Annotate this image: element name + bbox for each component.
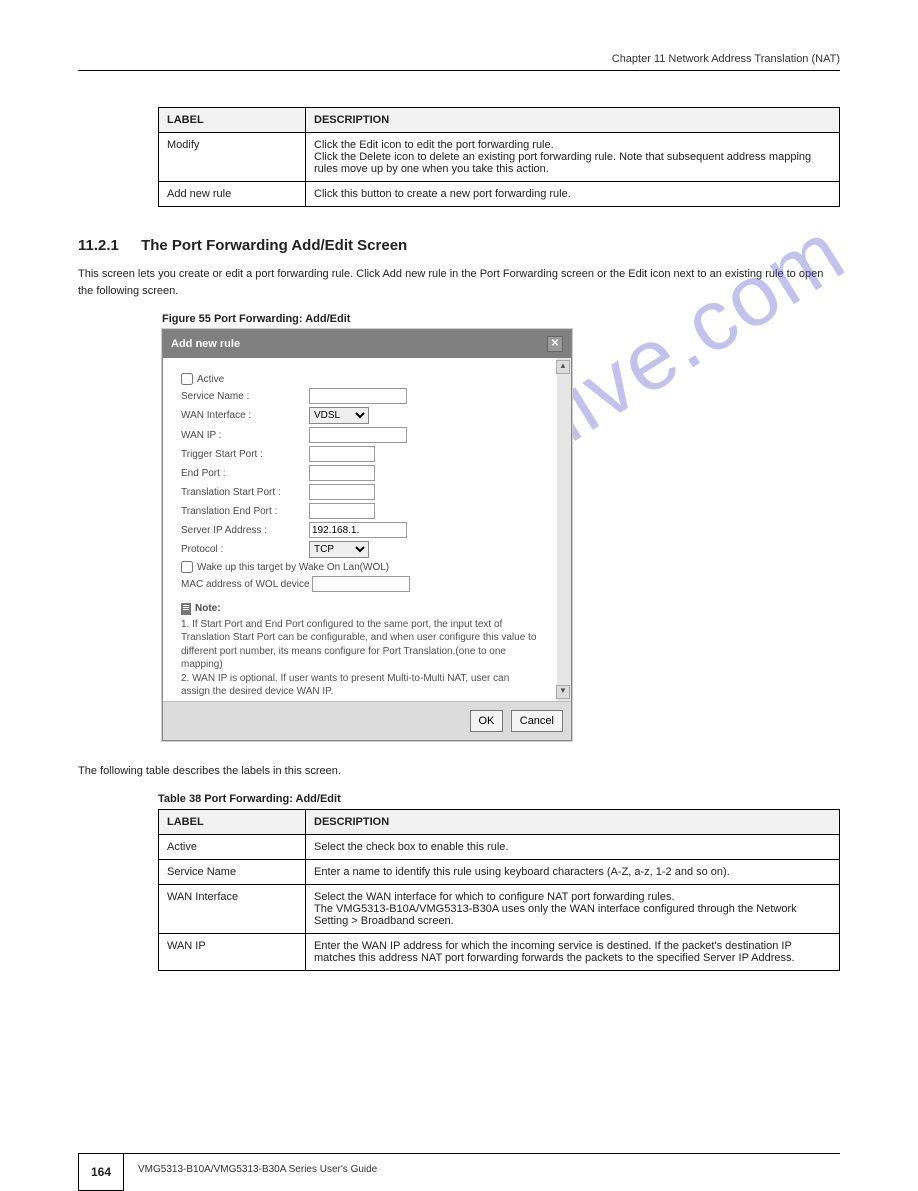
protocol-select[interactable]: TCP xyxy=(309,541,369,558)
trigger-start-label: Trigger Start Port : xyxy=(181,449,309,460)
header-rule: Chapter 11 Network Address Translation (… xyxy=(78,70,840,71)
table2-intro: The following table describes the labels… xyxy=(78,763,840,780)
th-label: LABEL xyxy=(159,810,306,835)
dialog-titlebar: Add new rule ✕ xyxy=(163,330,571,358)
note-body: 1. If Start Port and End Port configured… xyxy=(181,618,539,699)
table2-title: Table 38 Port Forwarding: Add/Edit xyxy=(158,793,840,805)
mac-label: MAC address of WOL device xyxy=(181,579,310,590)
figure-caption: Figure 55 Port Forwarding: Add/Edit xyxy=(162,313,840,325)
server-ip-label: Server IP Address : xyxy=(181,525,309,536)
page-footer: 164 VMG5313-B10A/VMG5313-B30A Series Use… xyxy=(78,1153,840,1154)
service-name-input[interactable] xyxy=(309,388,407,404)
note-title: Note: xyxy=(195,602,221,616)
trans-start-label: Translation Start Port : xyxy=(181,487,309,498)
section-number: 11.2.1 xyxy=(78,237,119,254)
section-title-text: The Port Forwarding Add/Edit Screen xyxy=(141,237,407,254)
table-row: Service Name Enter a name to identify th… xyxy=(159,860,840,885)
wan-ip-input[interactable] xyxy=(309,427,407,443)
ok-button[interactable]: OK xyxy=(470,710,504,732)
wol-label: Wake up this target by Wake On Lan(WOL) xyxy=(197,562,389,573)
add-rule-dialog: Add new rule ✕ ▲ ▼ Active Service Name :… xyxy=(162,329,572,741)
scroll-up-icon[interactable]: ▲ xyxy=(556,360,570,374)
active-label: Active xyxy=(197,374,224,385)
wan-ip-label: WAN IP : xyxy=(181,430,309,441)
cancel-button[interactable]: Cancel xyxy=(511,710,563,732)
section-intro: This screen lets you create or edit a po… xyxy=(78,266,840,299)
service-name-label: Service Name : xyxy=(181,391,309,402)
note-block: Note: 1. If Start Port and End Port conf… xyxy=(181,602,539,699)
trans-start-input[interactable] xyxy=(309,484,375,500)
server-ip-input[interactable] xyxy=(309,522,407,538)
dialog-footer: OK Cancel xyxy=(163,701,571,740)
table-port-fwd-edit: LABEL DESCRIPTION Active Select the chec… xyxy=(158,809,840,971)
dialog-title-text: Add new rule xyxy=(171,338,240,350)
chapter-label: Chapter 11 Network Address Translation (… xyxy=(612,53,840,65)
section-heading: 11.2.1 The Port Forwarding Add/Edit Scre… xyxy=(78,237,840,254)
trans-end-label: Translation End Port : xyxy=(181,506,309,517)
mac-input[interactable] xyxy=(312,576,410,592)
table-row: Active Select the check box to enable th… xyxy=(159,835,840,860)
th-label: LABEL xyxy=(159,108,306,133)
th-desc: DESCRIPTION xyxy=(306,810,840,835)
end-port-input[interactable] xyxy=(309,465,375,481)
wan-interface-label: WAN Interface : xyxy=(181,410,309,421)
protocol-label: Protocol : xyxy=(181,544,309,555)
active-checkbox[interactable] xyxy=(181,373,193,385)
table-row: WAN IP Enter the WAN IP address for whic… xyxy=(159,934,840,971)
table-row: WAN Interface Select the WAN interface f… xyxy=(159,885,840,934)
th-desc: DESCRIPTION xyxy=(306,108,840,133)
wan-interface-select[interactable]: VDSL xyxy=(309,407,369,424)
table-port-fwd-continued: LABEL DESCRIPTION Modify Click the Edit … xyxy=(158,107,840,207)
close-icon[interactable]: ✕ xyxy=(547,336,563,352)
table-row: Add new rule Click this button to create… xyxy=(159,182,840,207)
table-row: Modify Click the Edit icon to edit the p… xyxy=(159,133,840,182)
page-number: 164 xyxy=(78,1153,124,1191)
end-port-label: End Port : xyxy=(181,468,309,479)
note-icon xyxy=(181,603,191,615)
trigger-start-input[interactable] xyxy=(309,446,375,462)
scroll-down-icon[interactable]: ▼ xyxy=(556,685,570,699)
wol-checkbox[interactable] xyxy=(181,561,193,573)
footer-text: VMG5313-B10A/VMG5313-B30A Series User's … xyxy=(138,1164,377,1175)
trans-end-input[interactable] xyxy=(309,503,375,519)
